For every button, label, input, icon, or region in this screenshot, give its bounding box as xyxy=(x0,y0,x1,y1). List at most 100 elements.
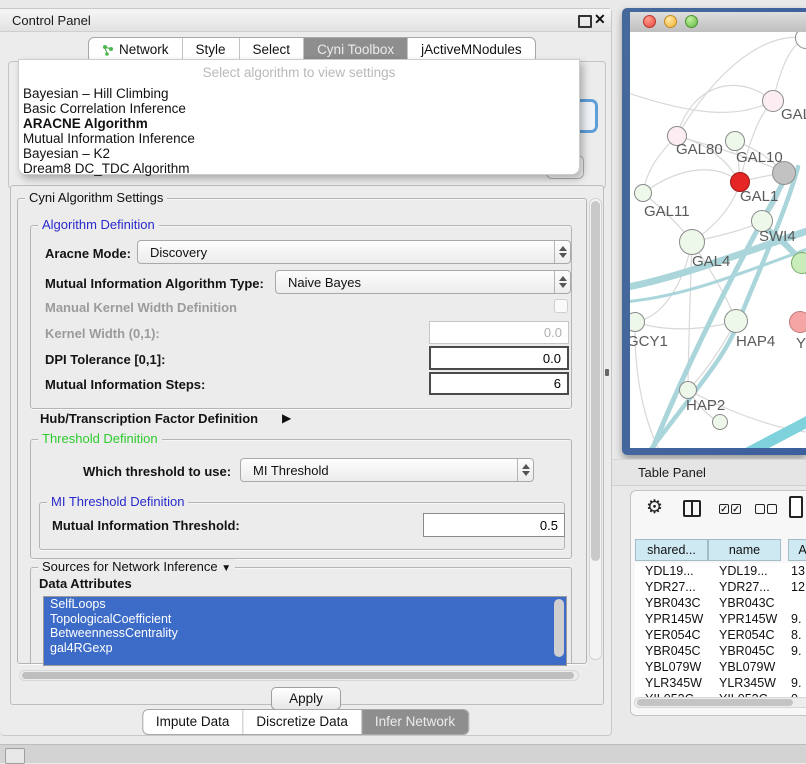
table-horizontal-scrollbar-thumb[interactable] xyxy=(637,699,793,706)
aracne-mode-select[interactable]: Discovery xyxy=(137,240,571,264)
manual-kernel-checkbox[interactable] xyxy=(554,299,568,313)
table-horizontal-scrollbar[interactable] xyxy=(634,697,806,708)
threshold-definition-group: Threshold Definition Which threshold to … xyxy=(30,439,572,559)
control-panel-titlebar: Control Panel ✕ xyxy=(0,9,611,32)
table-row[interactable]: YBR045CYBR045C9. xyxy=(635,643,806,659)
table-row[interactable]: YBR043C YBR043C xyxy=(635,595,806,611)
network-node[interactable] xyxy=(791,252,806,274)
dropdown-item[interactable]: Bayesian – Hill Climbing xyxy=(23,86,573,101)
cell: 9. xyxy=(791,675,801,691)
dropdown-item[interactable]: Basic Correlation Inference xyxy=(23,101,573,116)
network-node[interactable] xyxy=(725,131,745,151)
cell: YPR145W xyxy=(719,611,777,627)
kernel-width-label: Kernel Width (0,1): xyxy=(45,326,160,341)
dropdown-item[interactable]: Dream8 DC_TDC Algorithm xyxy=(23,161,573,176)
network-node[interactable] xyxy=(724,309,748,333)
table-row[interactable]: YDL19...YDL19...13 xyxy=(635,563,806,579)
network-canvas[interactable]: GAL7 GAL80 GAL10 GAL1 GAL11 SWI4 GAL4 GC… xyxy=(630,32,806,448)
node-label: SWI4 xyxy=(759,228,796,245)
table-row[interactable]: YLR345WYLR345W9. xyxy=(635,675,806,691)
data-attributes-list[interactable]: SelfLoops TopologicalCoefficient Between… xyxy=(43,596,567,666)
column-header[interactable]: A xyxy=(788,539,806,561)
mi-threshold-definition-group: MI Threshold Definition Mutual Informati… xyxy=(39,502,565,550)
cell: YBR043C xyxy=(719,595,775,611)
node-label: HAP4 xyxy=(736,333,775,350)
node-label: GAL1 xyxy=(740,188,778,205)
table-row[interactable]: YPR145W YPR145W 9. xyxy=(635,611,806,627)
collapse-arrow-icon[interactable]: ▼ xyxy=(221,563,231,574)
network-icon xyxy=(102,44,114,56)
mi-type-value: Naive Bayes xyxy=(276,275,554,290)
sources-group: Sources for Network Inference ▼ Data Att… xyxy=(30,567,572,664)
table-panel-header: Table Panel xyxy=(612,459,806,486)
stepper-icon xyxy=(554,241,570,263)
cell: 9. xyxy=(791,643,801,659)
node-label: GAL80 xyxy=(676,141,723,158)
mi-type-select[interactable]: Naive Bayes xyxy=(275,270,571,294)
cell: 9. xyxy=(791,611,801,627)
cell: YBR043C xyxy=(645,595,701,611)
float-window-icon[interactable] xyxy=(578,15,592,28)
dropdown-item[interactable]: Mutual Information Inference xyxy=(23,131,573,146)
checked-box-icon[interactable]: ✓ xyxy=(719,504,729,514)
attribute-item[interactable]: gal4RGexp xyxy=(44,641,566,656)
network-node[interactable] xyxy=(712,414,728,430)
columns-icon[interactable] xyxy=(683,500,701,517)
close-icon[interactable]: ✕ xyxy=(594,11,606,28)
tab-infer-network[interactable]: Infer Network xyxy=(361,710,468,734)
which-threshold-value: MI Threshold xyxy=(241,463,517,478)
aracne-mode-label: Aracne Mode: xyxy=(45,246,131,261)
dpi-tolerance-field[interactable] xyxy=(429,346,569,370)
node-label: GAL4 xyxy=(692,253,730,270)
minimize-traffic-light-icon[interactable] xyxy=(664,15,677,28)
mi-steps-field[interactable] xyxy=(429,372,569,395)
mi-threshold-field[interactable] xyxy=(423,513,565,537)
tab-discretize-data[interactable]: Discretize Data xyxy=(242,710,361,734)
mi-steps-label: Mutual Information Steps: xyxy=(45,377,205,392)
unchecked-box-icon[interactable] xyxy=(755,504,765,514)
dropdown-item-selected[interactable]: ARACNE Algorithm xyxy=(23,116,573,131)
list-scrollbar[interactable] xyxy=(554,599,564,657)
gear-icon[interactable]: ⚙ xyxy=(646,498,663,517)
settings-horizontal-scrollbar-thumb[interactable] xyxy=(22,672,574,679)
table-row[interactable]: YBL079WYBL079W xyxy=(635,659,806,675)
document-icon[interactable] xyxy=(789,496,803,518)
expand-arrow-icon[interactable]: ▶ xyxy=(282,411,291,425)
kernel-width-field[interactable] xyxy=(429,321,569,344)
checked-box-icon[interactable]: ✓ xyxy=(731,504,741,514)
algorithm-dropdown: Select algorithm to view settings Bayesi… xyxy=(18,59,580,175)
apply-button[interactable]: Apply xyxy=(271,687,341,710)
attribute-item[interactable]: SelfLoops xyxy=(44,597,566,612)
column-header[interactable]: name xyxy=(708,539,781,561)
settings-horizontal-scrollbar[interactable] xyxy=(19,670,579,681)
node-label: HAP2 xyxy=(686,397,725,414)
cell: YPR145W xyxy=(645,611,703,627)
zoom-traffic-light-icon[interactable] xyxy=(685,15,698,28)
network-node[interactable] xyxy=(789,311,806,333)
which-threshold-label: Which threshold to use: xyxy=(83,464,231,479)
unchecked-box-icon[interactable] xyxy=(767,504,777,514)
network-window-titlebar[interactable] xyxy=(630,12,806,33)
network-node[interactable] xyxy=(634,184,652,202)
algorithm-definition-title: Algorithm Definition xyxy=(38,217,159,232)
network-node[interactable] xyxy=(679,229,705,255)
bottom-tabbar: Impute Data Discretize Data Infer Networ… xyxy=(142,709,469,735)
column-header[interactable]: shared... xyxy=(635,539,708,561)
cell: YDR27... xyxy=(719,579,770,595)
dropdown-item[interactable]: Bayesian – K2 xyxy=(23,146,573,161)
attribute-item[interactable]: TopologicalCoefficient xyxy=(44,612,566,627)
table-row[interactable]: YDR27...YDR27...12 xyxy=(635,579,806,595)
attribute-item[interactable]: BetweennessCentrality xyxy=(44,626,566,641)
threshold-definition-title: Threshold Definition xyxy=(38,431,162,446)
manual-kernel-label: Manual Kernel Width Definition xyxy=(45,300,237,315)
tab-impute-data[interactable]: Impute Data xyxy=(143,710,243,734)
tab-discretize-data-label: Discretize Data xyxy=(256,710,348,734)
panel-splitter-handle[interactable] xyxy=(605,369,609,376)
cell: 12 xyxy=(791,579,805,595)
close-traffic-light-icon[interactable] xyxy=(643,15,656,28)
which-threshold-select[interactable]: MI Threshold xyxy=(240,458,534,482)
settings-vertical-scrollbar-thumb[interactable] xyxy=(591,201,600,561)
settings-vertical-scrollbar[interactable] xyxy=(589,198,602,660)
table-panel-title: Table Panel xyxy=(638,465,706,480)
table-row[interactable]: YER054CYER054C8. xyxy=(635,627,806,643)
